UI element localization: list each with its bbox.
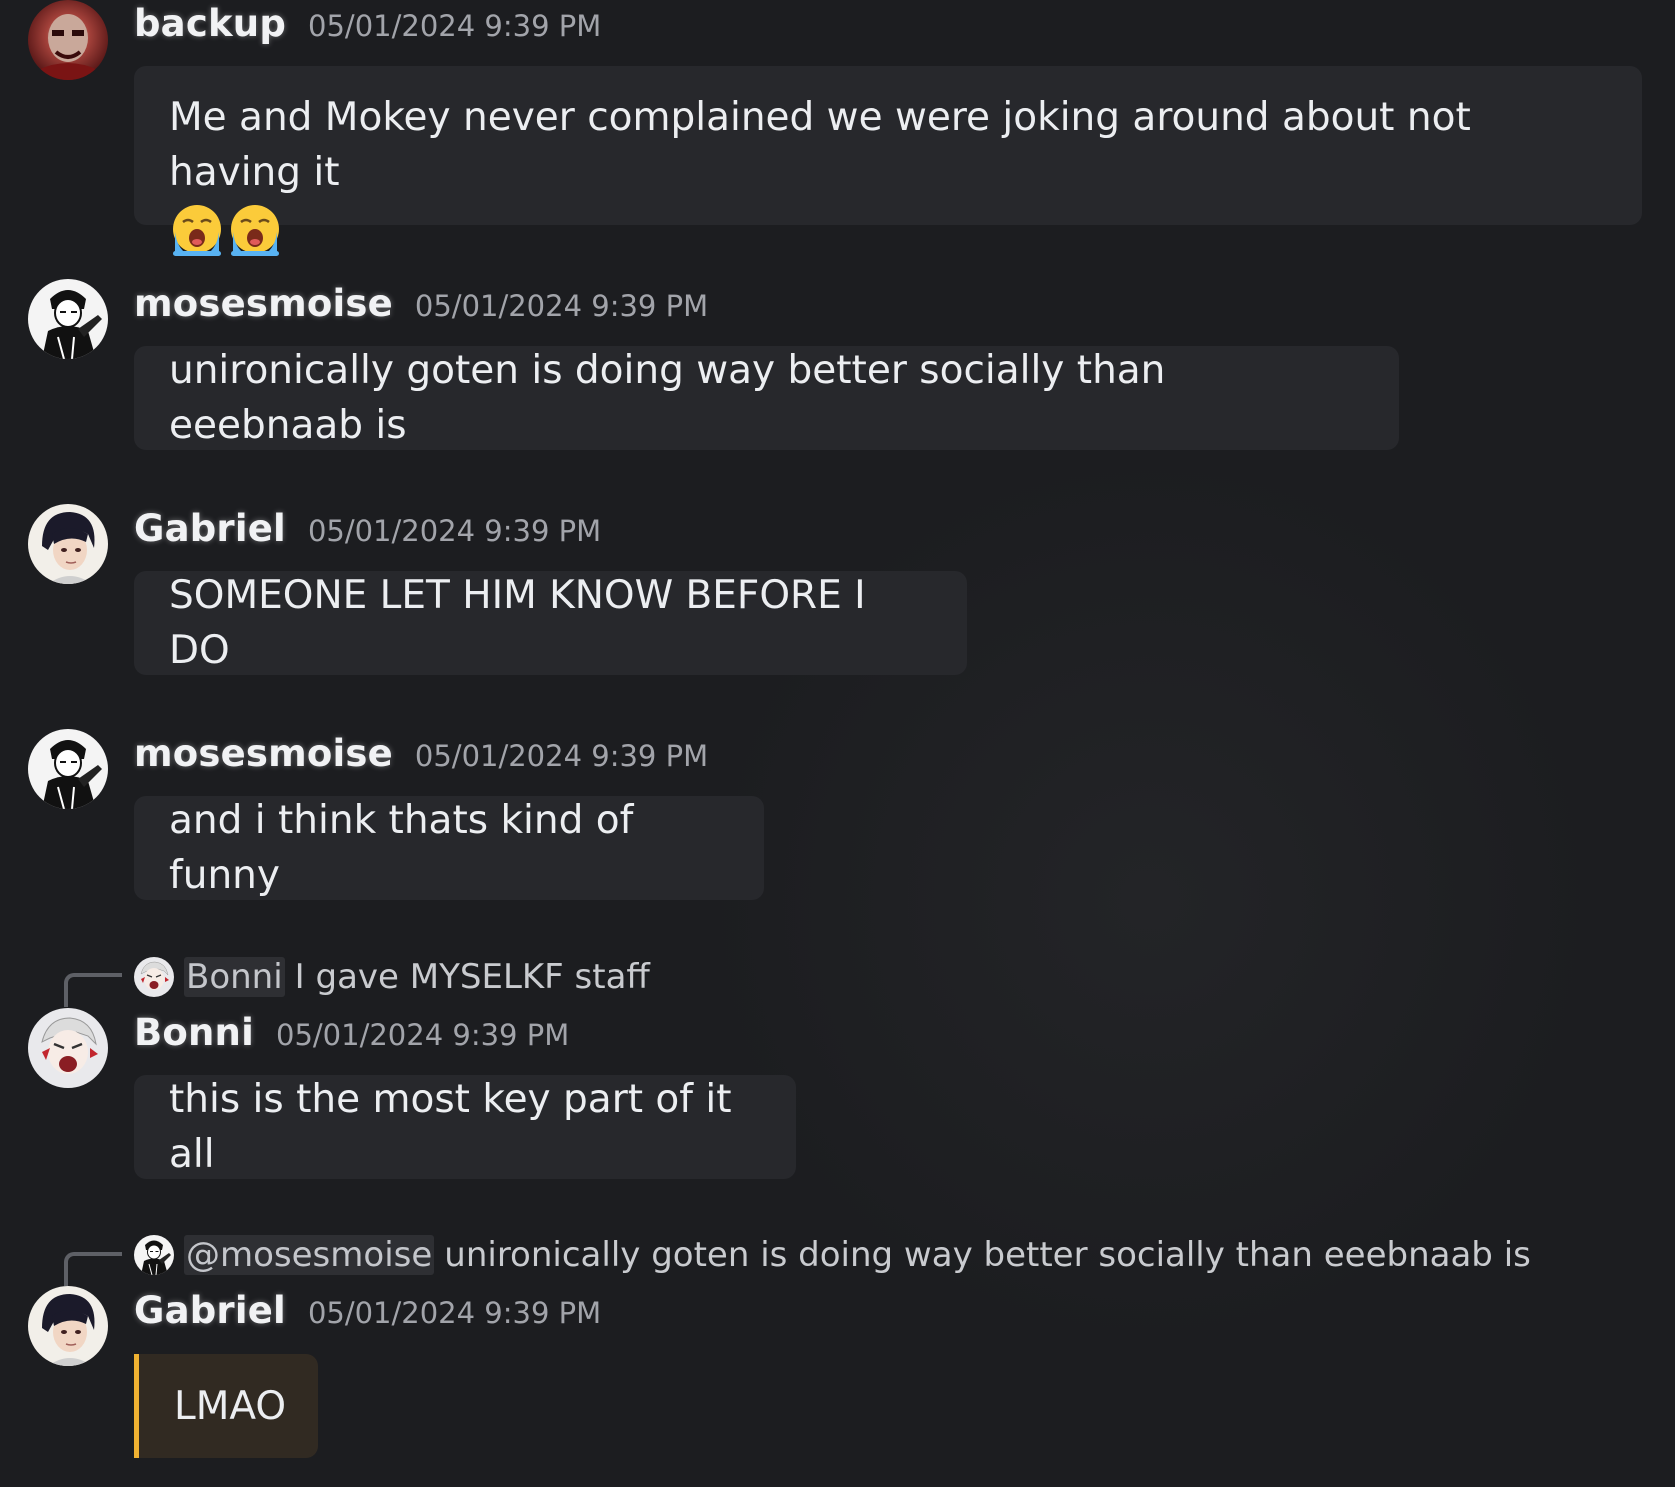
screaming-character-avatar-icon[interactable] [28,1008,108,1088]
screaming-character-avatar-icon [134,957,174,997]
manga-character-avatar-icon [134,1235,174,1275]
message-bubble: SOMEONE LET HIM KNOW BEFORE I DO [134,571,967,675]
anime-boy-avatar-icon[interactable] [28,504,108,584]
author-name[interactable]: Bonni [134,1011,254,1054]
message-bubble: Me and Mokey never complained we were jo… [134,66,1642,225]
message-text: Me and Mokey never complained we were jo… [169,95,1471,195]
reply-connector [64,973,122,1007]
author-name[interactable]: mosesmoise [134,282,393,325]
message-text: and i think thats kind of funny [169,798,634,898]
message-text: this is the most key part of it all [169,1077,732,1177]
timestamp: 05/01/2024 9:39 PM [307,514,602,548]
red-skull-avatar-icon[interactable] [28,0,108,80]
message-bubble: and i think thats kind of funny [134,796,764,900]
message-text: unironically goten is doing way better s… [169,348,1166,448]
reply-preview[interactable]: Bonni I gave MYSELKF staff [134,955,650,999]
loudly-crying-face-icon [227,202,283,258]
timestamp: 05/01/2024 9:39 PM [308,9,602,43]
loudly-crying-face-icon [169,202,225,258]
message-bubble: unironically goten is doing way better s… [134,346,1399,450]
anime-boy-avatar-icon[interactable] [28,1286,108,1366]
reply-text: unironically goten is doing way better s… [444,1235,1531,1275]
author-name[interactable]: backup [134,2,286,45]
message-text: SOMEONE LET HIM KNOW BEFORE I DO [169,573,866,673]
message-bubble: this is the most key part of it all [134,1075,796,1179]
message-bubble-mention-highlight: LMAO [134,1354,318,1458]
reply-preview[interactable]: @mosesmoise unironically goten is doing … [134,1233,1531,1277]
manga-character-avatar-icon[interactable] [28,729,108,809]
reply-text: I gave MYSELKF staff [294,957,650,997]
timestamp: 05/01/2024 9:39 PM [276,1018,570,1052]
reply-connector [64,1252,122,1286]
timestamp: 05/01/2024 9:39 PM [414,289,709,323]
message-text: LMAO [174,1383,287,1429]
reply-author-mention[interactable]: @mosesmoise [184,1235,435,1275]
timestamp: 05/01/2024 9:39 PM [414,739,709,773]
author-name[interactable]: Gabriel [134,507,286,550]
author-name[interactable]: Gabriel [134,1289,286,1332]
timestamp: 05/01/2024 9:39 PM [307,1296,602,1330]
author-name[interactable]: mosesmoise [134,732,393,775]
manga-character-avatar-icon[interactable] [28,279,108,359]
reply-author[interactable]: Bonni [184,957,285,997]
